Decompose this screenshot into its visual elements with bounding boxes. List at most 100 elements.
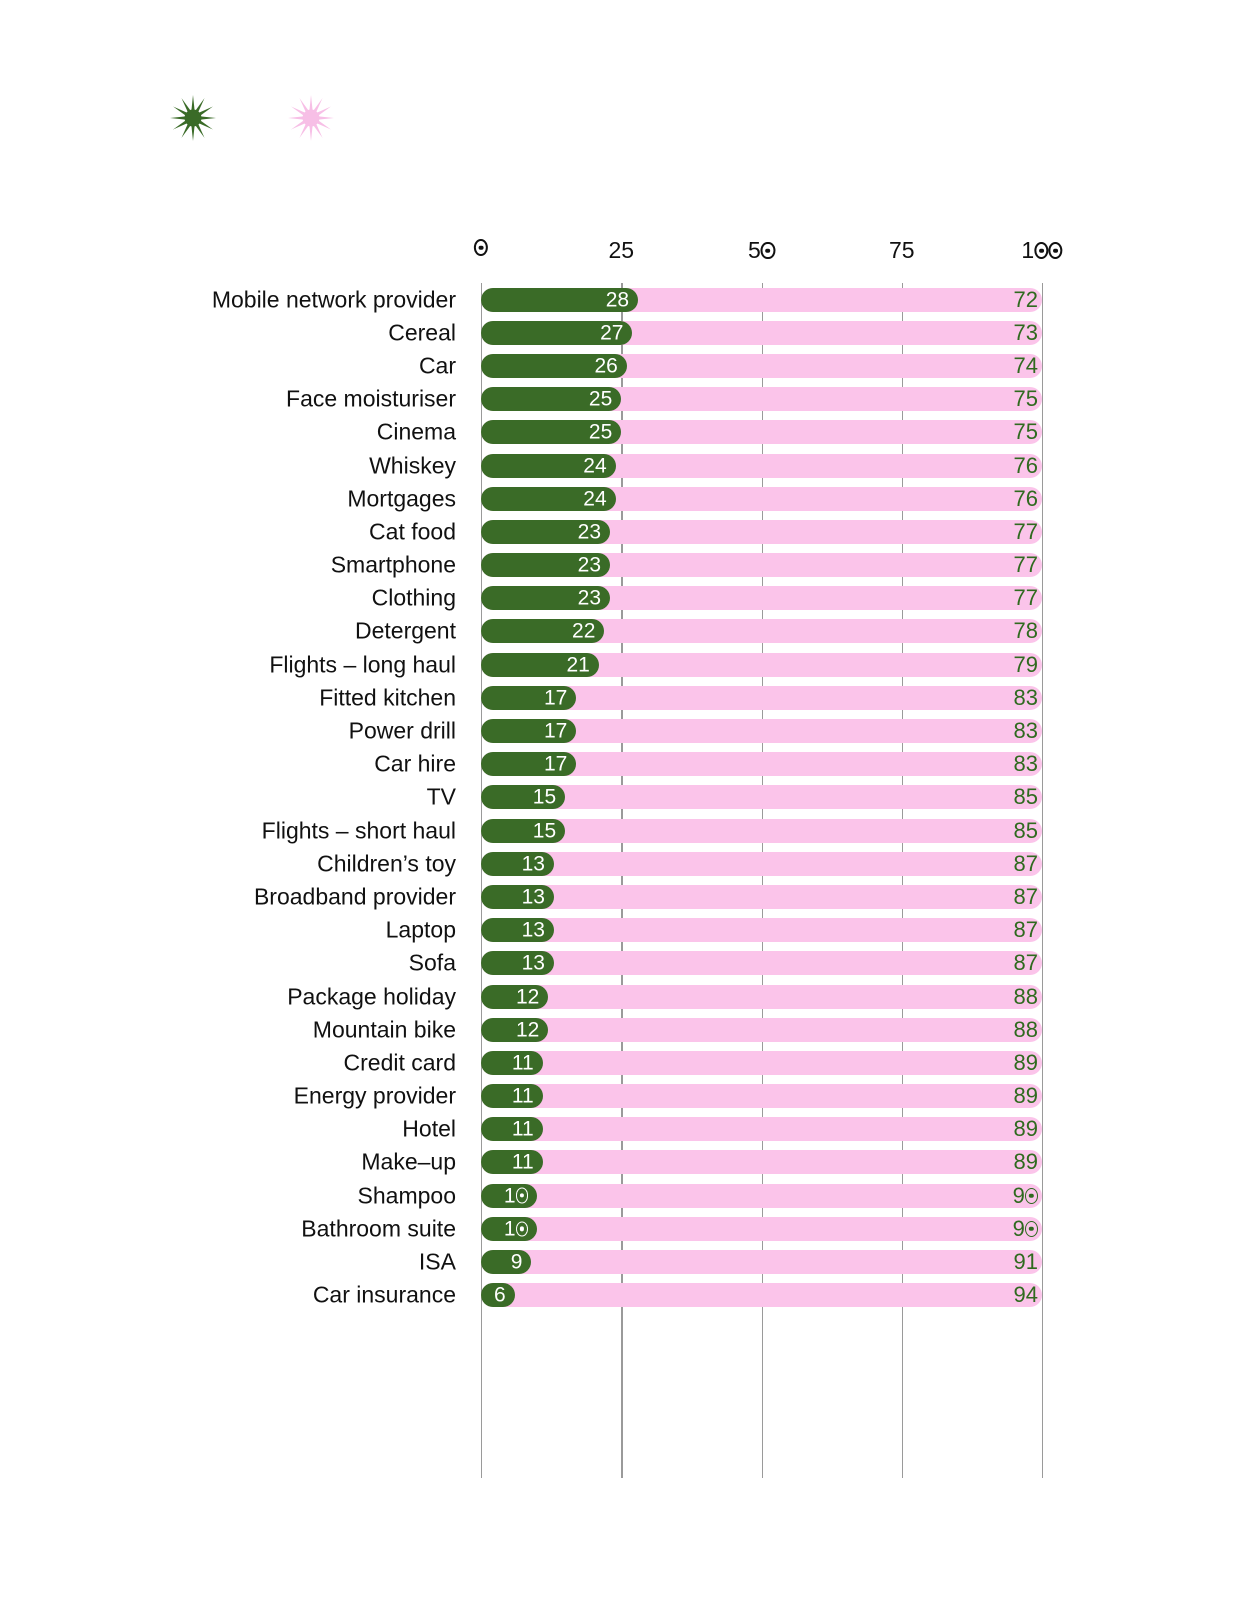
first-choice-bar: 24 — [481, 486, 616, 511]
x-tick-75: 75 — [888, 237, 915, 263]
second-choice-value: 91 — [1013, 1249, 1038, 1275]
category-label: Sofa — [408, 949, 456, 976]
bar-row: Package holiday 88 12 — [0, 980, 1256, 1013]
first-choice-value: 25 — [588, 420, 613, 444]
dotted-zero-glyph — [515, 1221, 529, 1237]
second-choice-value: 87 — [1013, 950, 1038, 976]
first-choice-bar: 11 — [481, 1150, 543, 1175]
second-choice-value: 89 — [1013, 1149, 1038, 1175]
bar-row: Fitted kitchen 83 17 — [0, 681, 1256, 714]
first-choice-value: 26 — [594, 354, 618, 378]
bar-row: Car insurance 94 6 — [0, 1279, 1256, 1312]
bar-row: Clothing 77 23 — [0, 582, 1256, 615]
second-choice-value: 85 — [1013, 784, 1038, 810]
second-choice-value: 83 — [1013, 751, 1038, 777]
dotted-zero-glyph — [1034, 241, 1049, 260]
stacked-bar: 77 23 — [481, 585, 1042, 611]
legend-item-1 — [170, 95, 230, 141]
second-choice-value: 94 — [1013, 1282, 1038, 1308]
dotted-zero-glyph — [515, 1187, 529, 1204]
first-choice-bar: 12 — [481, 984, 549, 1009]
first-choice-bar: 28 — [481, 287, 639, 312]
category-label: Cereal — [388, 319, 456, 346]
first-choice-value: 13 — [521, 918, 545, 942]
first-choice-value: 17 — [544, 686, 568, 710]
second-choice-bar: 9 — [481, 1216, 1042, 1241]
category-label: Make–up — [361, 1148, 456, 1175]
stacked-bar: 72 28 — [481, 287, 1042, 312]
first-choice-bar: 25 — [481, 387, 622, 412]
second-choice-bar: 85 — [481, 817, 1042, 843]
stacked-bar: 83 17 — [481, 684, 1042, 710]
first-choice-bar: 13 — [481, 851, 554, 876]
stacked-bar: 73 27 — [481, 320, 1042, 345]
bar-row: Flights – long haul 79 21 — [0, 648, 1256, 681]
stacked-bar: 85 15 — [481, 817, 1042, 843]
first-choice-value: 13 — [521, 885, 545, 909]
category-label: Energy provider — [293, 1082, 456, 1109]
first-choice-value: 11 — [511, 1150, 534, 1174]
category-label: Mountain bike — [312, 1016, 456, 1043]
bar-row: Cat food 77 23 — [0, 515, 1256, 548]
category-label: Car insurance — [312, 1281, 456, 1308]
bar-row: Credit card 89 11 — [0, 1046, 1256, 1079]
stacked-bar: 77 23 — [481, 519, 1042, 544]
bar-row: Mortgages 76 24 — [0, 482, 1256, 515]
category-label: Broadband provider — [253, 883, 456, 910]
x-tick-100: 1 — [1021, 239, 1063, 262]
stacked-bar: 88 12 — [481, 1017, 1042, 1042]
first-choice-bar: 23 — [481, 586, 611, 611]
bar-row: Children’s toy 87 13 — [0, 847, 1256, 880]
x-tick-25: 25 — [608, 237, 635, 263]
first-choice-value: 28 — [605, 288, 630, 312]
bar-row: Flights – short haul 85 15 — [0, 814, 1256, 847]
category-label: Flights – short haul — [261, 817, 456, 844]
category-label: Hotel — [402, 1115, 456, 1142]
second-choice-value: 87 — [1013, 850, 1038, 876]
stacked-bar: 91 — [481, 1183, 1042, 1208]
second-choice-value: 79 — [1013, 651, 1038, 677]
first-choice-value: 12 — [515, 985, 540, 1009]
bar-rows: Mobile network provider 72 28 Cereal 73 27 Car… — [0, 283, 1256, 1312]
category-label: Package holiday — [287, 983, 456, 1010]
bar-row: Car 74 26 — [0, 349, 1256, 382]
second-choice-bar: 89 — [481, 1117, 1042, 1142]
first-choice-bar: 6 — [481, 1283, 515, 1308]
first-choice-value: 13 — [521, 951, 545, 975]
stacked-bar: 91 9 — [481, 1249, 1042, 1275]
stacked-bar: 87 13 — [481, 850, 1042, 876]
bar-row: Energy provider 89 11 — [0, 1080, 1256, 1113]
first-choice-bar: 11 — [481, 1084, 543, 1109]
stacked-bar: 85 15 — [481, 784, 1042, 810]
bar-row: Mobile network provider 72 28 — [0, 283, 1256, 316]
second-choice-value: 75 — [1013, 386, 1038, 412]
second-choice-value: 83 — [1013, 684, 1038, 710]
chart-legend — [170, 95, 348, 141]
stacked-bar: 75 25 — [481, 386, 1042, 412]
stacked-bar: 89 11 — [481, 1084, 1042, 1109]
first-choice-value: 15 — [532, 819, 557, 843]
second-choice-bar: 88 — [481, 984, 1042, 1009]
second-choice-value: 85 — [1013, 817, 1038, 843]
second-choice-value: 76 — [1013, 452, 1038, 478]
second-choice-value: 76 — [1013, 485, 1038, 511]
first-choice-value: 22 — [572, 619, 596, 643]
first-choice-bar: 1 — [481, 1183, 538, 1208]
first-choice-value: 9 — [510, 1250, 523, 1274]
first-choice-bar: 25 — [481, 420, 622, 445]
stacked-bar: 94 6 — [481, 1282, 1042, 1308]
first-choice-bar: 13 — [481, 918, 554, 943]
bar-row: Car hire 83 17 — [0, 748, 1256, 781]
stacked-bar: 87 13 — [481, 918, 1042, 943]
category-label: Mortgages — [347, 485, 456, 512]
first-choice-bar: 22 — [481, 619, 605, 644]
second-choice-bar: 87 — [481, 884, 1042, 909]
first-choice-value: 27 — [600, 321, 624, 345]
second-choice-value: 75 — [1013, 419, 1038, 445]
category-label: Children’s toy — [317, 850, 456, 877]
second-choice-value: 77 — [1013, 585, 1038, 611]
x-tick-0 — [473, 239, 489, 257]
starburst-icon — [288, 95, 334, 141]
bar-row: Smartphone 77 23 — [0, 549, 1256, 582]
first-choice-bar: 1 — [481, 1216, 538, 1241]
